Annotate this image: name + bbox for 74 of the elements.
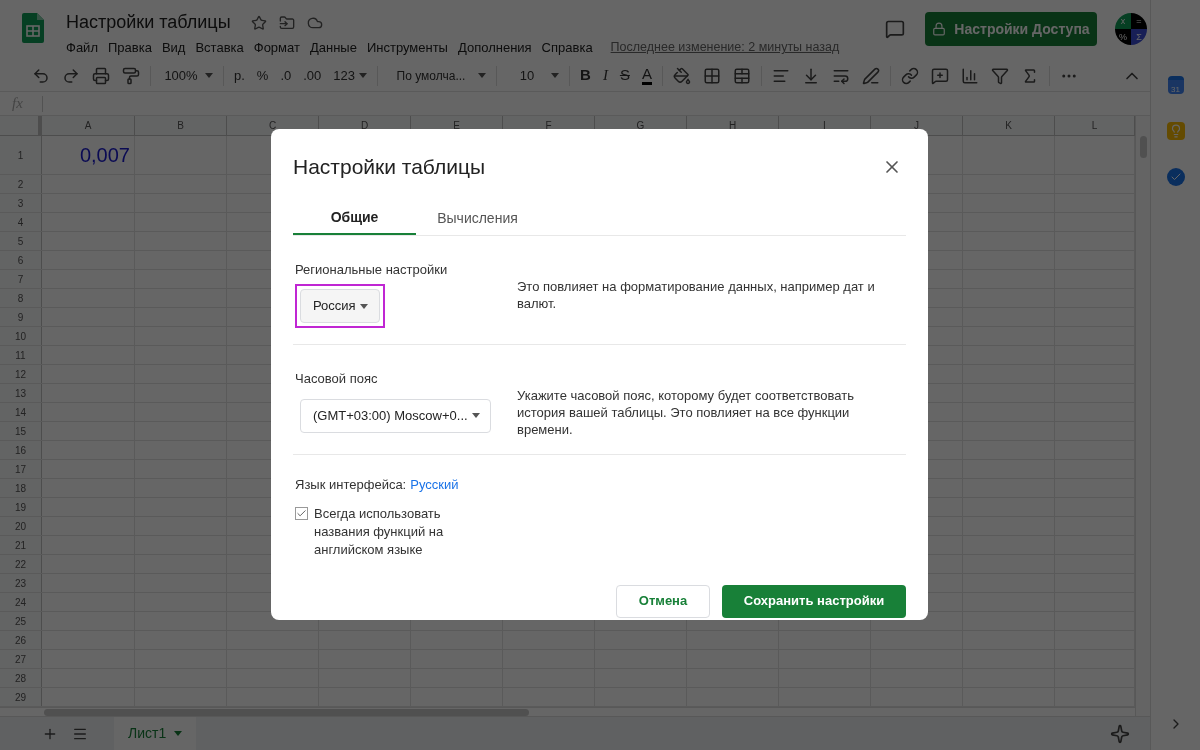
- dialog-tab[interactable]: Общие: [293, 202, 416, 235]
- menu-item[interactable]: Дополнения: [457, 38, 532, 58]
- sheets-logo-icon[interactable]: [22, 13, 44, 43]
- number-format-dropdown[interactable]: 123: [327, 61, 374, 90]
- menu-item[interactable]: Правка: [107, 38, 152, 58]
- tasks-icon[interactable]: [1166, 168, 1185, 186]
- decrease-decimals-button[interactable]: .0: [274, 61, 298, 90]
- caret-icon: [359, 73, 368, 78]
- zoom-dropdown[interactable]: 100%: [155, 61, 219, 90]
- fill-color-icon[interactable]: [672, 66, 691, 85]
- explore-icon[interactable]: [1110, 723, 1130, 744]
- avatar-glyph: x: [1115, 13, 1131, 29]
- avatar[interactable]: x = % Σ: [1115, 13, 1147, 45]
- save-button[interactable]: Сохранить настройки: [722, 584, 906, 618]
- column-header[interactable]: A: [42, 116, 135, 135]
- lock-icon: [932, 22, 947, 36]
- column-header[interactable]: K: [963, 116, 1055, 135]
- print-icon[interactable]: [92, 66, 110, 85]
- link-icon[interactable]: [900, 66, 919, 85]
- cancel-button[interactable]: Отмена: [616, 584, 710, 618]
- redo-icon[interactable]: [62, 66, 80, 85]
- menu-item[interactable]: Данные: [309, 38, 357, 58]
- undo-icon[interactable]: [32, 66, 50, 85]
- menu-item[interactable]: Справка: [541, 38, 593, 58]
- caret-icon: [471, 413, 480, 418]
- document-title[interactable]: Настройки таблицы: [66, 9, 231, 36]
- dialog-title: Настройки таблицы: [293, 154, 486, 180]
- avatar-glyph: %: [1115, 29, 1131, 45]
- checkbox-label: Всегда использовать названия функций на английском языке: [314, 504, 445, 559]
- filter-icon[interactable]: [990, 66, 1009, 85]
- last-edit-link[interactable]: Последнее изменение: 2 минуты назад: [610, 38, 840, 58]
- column-header[interactable]: B: [135, 116, 227, 135]
- check-icon: [296, 507, 307, 519]
- dialog-tab[interactable]: Вычисления: [416, 202, 539, 235]
- section-description: Это повлияет на форматирование данных, например дат и валют.: [517, 277, 876, 313]
- checkbox[interactable]: [295, 506, 308, 520]
- language-label: Язык интерфейса:: [295, 476, 407, 494]
- section-label: Часовой пояс: [295, 370, 379, 388]
- menu-item[interactable]: Формат: [253, 38, 300, 58]
- caret-icon: [205, 73, 213, 78]
- comment-icon[interactable]: [885, 19, 905, 39]
- menu-item[interactable]: Файл: [66, 38, 98, 58]
- star-icon[interactable]: [250, 14, 267, 31]
- bold-button[interactable]: B: [574, 61, 597, 90]
- caret-icon: [551, 73, 560, 78]
- percent-button[interactable]: %: [250, 61, 275, 90]
- table-cell[interactable]: 0,007: [79, 140, 130, 170]
- menu-item[interactable]: Вставка: [195, 38, 244, 58]
- section-description: Укажите часовой пояс, которому будет соответствовать история вашей таблицы. Это повлияет на все функции времени.: [517, 387, 855, 438]
- chart-icon[interactable]: [960, 66, 979, 85]
- font-dropdown[interactable]: По умолча...: [382, 61, 493, 90]
- paint-format-icon[interactable]: [122, 66, 140, 85]
- move-folder-icon[interactable]: [278, 14, 295, 31]
- font-size-dropdown[interactable]: 10: [501, 61, 566, 90]
- avatar-glyph: =: [1131, 13, 1147, 29]
- caret-icon: [478, 73, 487, 78]
- menu-item[interactable]: Инструменты: [366, 38, 448, 58]
- add-comment-icon[interactable]: [930, 66, 949, 85]
- italic-button[interactable]: I: [596, 61, 614, 90]
- language-link[interactable]: Русский: [410, 475, 459, 495]
- sheet-tab[interactable]: Лист1: [114, 717, 197, 750]
- avatar-glyph: Σ: [1131, 29, 1147, 45]
- merge-cells-icon[interactable]: [732, 66, 751, 85]
- select-dropdown[interactable]: Россия: [300, 289, 380, 323]
- currency-button[interactable]: р.: [228, 61, 251, 90]
- menu-item[interactable]: Вид: [161, 38, 186, 58]
- strikethrough-button[interactable]: S: [613, 61, 636, 90]
- share-button[interactable]: Настройки Доступа: [925, 12, 1097, 46]
- select-dropdown[interactable]: (GMT+03:00) Moscow+0...: [300, 398, 491, 433]
- borders-icon[interactable]: [702, 66, 721, 85]
- increase-decimals-button[interactable]: .00: [297, 61, 328, 90]
- section-label: Региональные настройки: [295, 260, 449, 279]
- text-color-button[interactable]: A: [635, 61, 658, 90]
- caret-icon: [359, 303, 368, 309]
